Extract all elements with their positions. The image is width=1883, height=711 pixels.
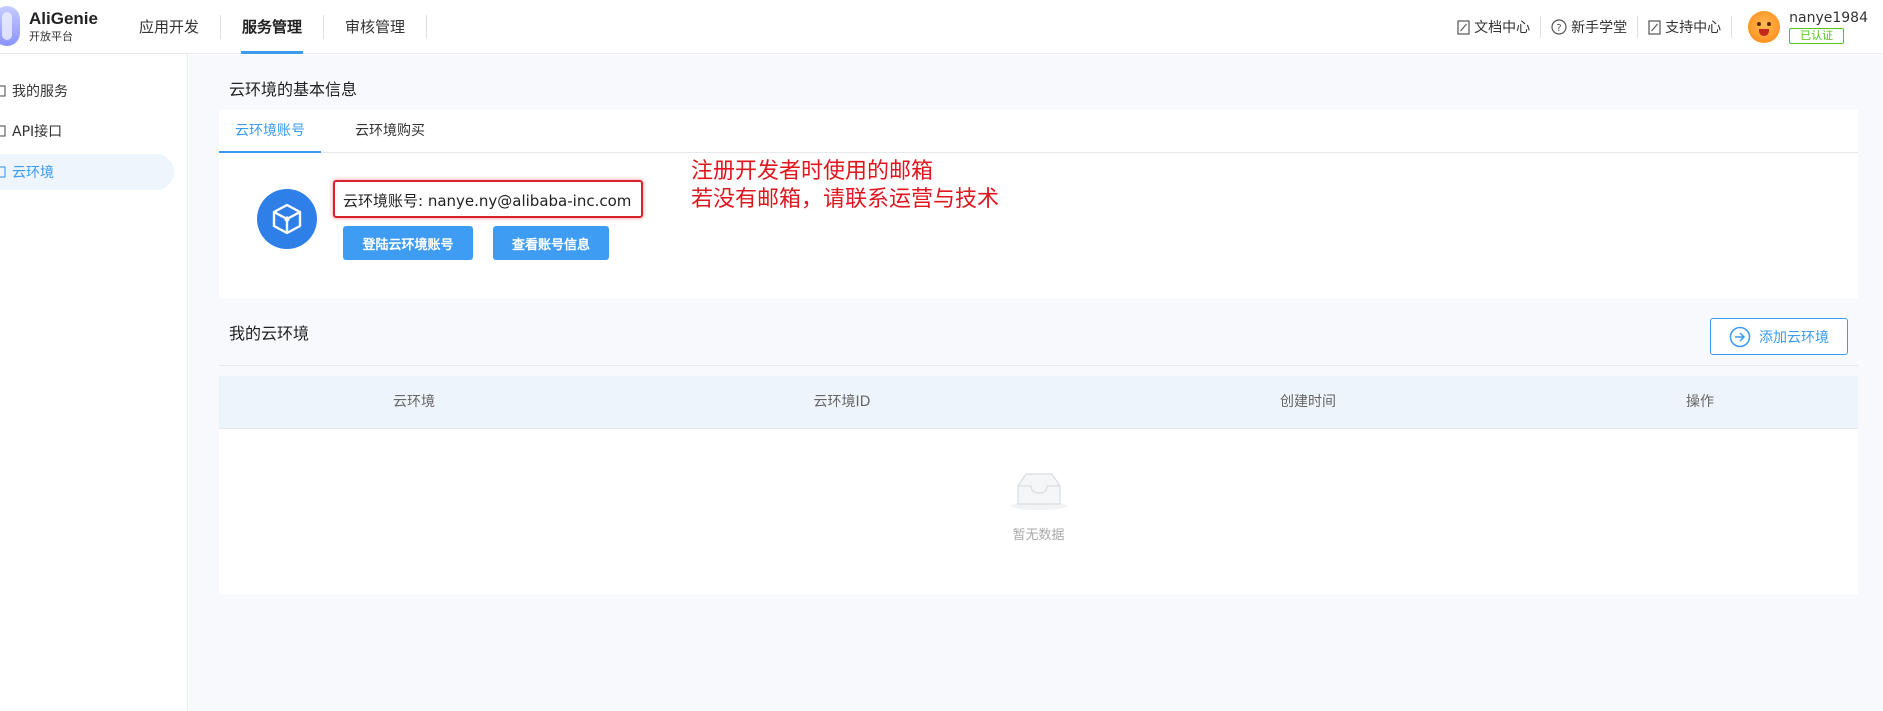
column-cloud-env-id[interactable]: 云环境ID [814, 376, 871, 429]
annotation-line-2: 若没有邮箱，请联系运营与技术 [691, 187, 1000, 212]
nav-service-management[interactable]: 服务管理 [221, 0, 323, 54]
nav-divider [426, 15, 428, 39]
aligenie-logo-icon[interactable] [0, 6, 20, 46]
my-cloud-env-title: 我的云环境 [229, 324, 310, 343]
top-header: AliGenie 开放平台 应用开发 服务管理 审核管理 文档中心 ? 新手学堂 [0, 0, 1883, 54]
sidebar-item-label: 我的服务 [12, 84, 68, 100]
service-icon [0, 85, 6, 97]
beginner-school-link[interactable]: ? 新手学堂 [1541, 0, 1637, 54]
tab-cloud-purchase[interactable]: 云环境购买 [339, 110, 441, 153]
section-divider [219, 365, 1858, 366]
column-actions[interactable]: 操作 [1686, 376, 1714, 429]
view-account-info-button[interactable]: 查看账号信息 [493, 226, 609, 260]
logo-subtitle: 开放平台 [29, 30, 73, 43]
header-links: 文档中心 ? 新手学堂 支持中心 nanye1984 已认证 [1447, 0, 1883, 54]
avatar[interactable] [1748, 11, 1781, 43]
username: nanye1984 [1789, 10, 1868, 26]
arrow-right-circle-icon [1729, 326, 1751, 347]
column-created-time[interactable]: 创建时间 [1280, 376, 1336, 429]
sidebar-item-label: API接口 [12, 124, 63, 140]
beginner-school-label: 新手学堂 [1571, 20, 1628, 36]
link-divider [1731, 16, 1733, 38]
docs-center-label: 文档中心 [1474, 20, 1531, 36]
annotation-line-1: 注册开发者时使用的邮箱 [691, 159, 934, 184]
user-info[interactable]: nanye1984 已认证 [1789, 10, 1868, 44]
document-icon [1457, 19, 1470, 35]
page-title: 云环境的基本信息 [229, 80, 358, 99]
login-cloud-account-button[interactable]: 登陆云环境账号 [343, 226, 473, 260]
cloud-env-table: 云环境 云环境ID 创建时间 操作 暂无数据 [219, 376, 1858, 594]
verified-badge: 已认证 [1789, 28, 1845, 44]
logo[interactable]: AliGenie 开放平台 [29, 9, 98, 44]
cloud-account-email: 云环境账号: nanye.ny@alibaba-inc.com [343, 192, 632, 210]
tab-bar: 云环境账号 云环境购买 [219, 110, 1858, 153]
sidebar-item-label: 云环境 [12, 165, 54, 181]
cloud-env-icon [0, 166, 6, 178]
main-nav: 应用开发 服务管理 审核管理 [118, 0, 428, 54]
main-content: 云环境的基本信息 云环境账号 云环境购买 云环境账号: nanye.ny@ali… [189, 55, 1883, 711]
svg-text:?: ? [1556, 23, 1561, 34]
empty-inbox-icon [1009, 468, 1069, 516]
cube-icon [257, 189, 317, 249]
api-icon [0, 125, 6, 137]
sidebar: 我的服务 API接口 云环境 [0, 54, 188, 711]
sidebar-item-api[interactable]: API接口 [0, 113, 174, 149]
annotation-note: 注册开发者时使用的邮箱 若没有邮箱，请联系运营与技术 [691, 158, 999, 214]
support-center-label: 支持中心 [1665, 20, 1722, 36]
docs-center-link[interactable]: 文档中心 [1447, 0, 1540, 54]
sidebar-item-my-services[interactable]: 我的服务 [0, 73, 174, 109]
table-header: 云环境 云环境ID 创建时间 操作 [219, 376, 1858, 429]
support-center-link[interactable]: 支持中心 [1638, 0, 1731, 54]
document-icon [1648, 19, 1661, 35]
column-cloud-env[interactable]: 云环境 [393, 376, 435, 429]
help-circle-icon: ? [1551, 19, 1567, 35]
add-cloud-env-label: 添加云环境 [1759, 329, 1829, 346]
nav-app-dev[interactable]: 应用开发 [118, 0, 220, 54]
tab-cloud-account[interactable]: 云环境账号 [219, 110, 321, 153]
empty-state-text: 暂无数据 [1012, 528, 1065, 543]
logo-title: AliGenie [29, 9, 98, 28]
nav-review-management[interactable]: 审核管理 [324, 0, 426, 54]
add-cloud-env-button[interactable]: 添加云环境 [1710, 318, 1848, 355]
cloud-account-card: 云环境账号 云环境购买 云环境账号: nanye.ny@alibaba-inc.… [219, 110, 1858, 298]
sidebar-item-cloud-env[interactable]: 云环境 [0, 154, 174, 190]
